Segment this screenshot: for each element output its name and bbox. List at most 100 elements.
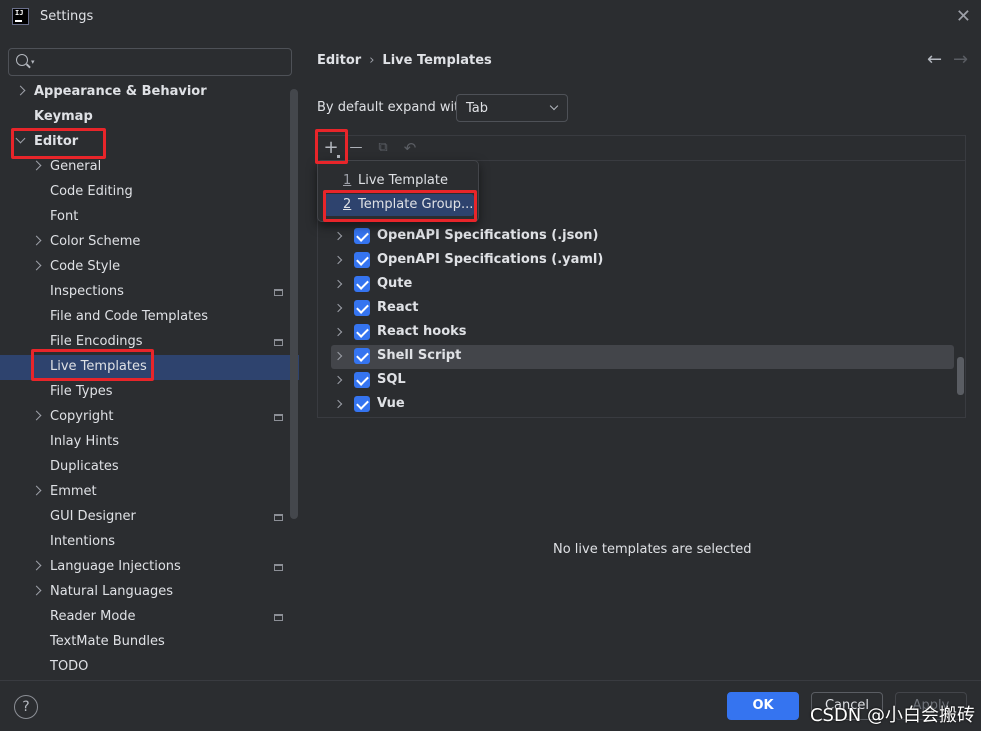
sidebar-item-keymap[interactable]: Keymap: [0, 105, 299, 130]
template-group-name: Vue: [377, 396, 405, 411]
settings-search-input[interactable]: ▾: [8, 48, 292, 76]
sidebar-item-file-types[interactable]: File Types: [0, 380, 299, 405]
chevron-right-icon[interactable]: [31, 560, 42, 571]
template-group-row[interactable]: Qute: [331, 273, 954, 297]
sidebar-item-font[interactable]: Font: [0, 205, 299, 230]
forward-arrow-icon[interactable]: →: [953, 49, 968, 70]
sidebar-item-natural-languages[interactable]: Natural Languages: [0, 580, 299, 605]
chevron-right-icon[interactable]: [333, 303, 343, 313]
chevron-right-icon[interactable]: [333, 255, 343, 265]
sidebar-item-label: Emmet: [50, 484, 97, 499]
sidebar-item-label: Natural Languages: [50, 584, 174, 599]
chevron-right-icon[interactable]: [31, 585, 42, 596]
sidebar-item-label: Language Injections: [50, 559, 181, 574]
template-group-name: OpenAPI Specifications (.json): [377, 228, 599, 243]
back-arrow-icon[interactable]: ←: [927, 49, 942, 70]
sidebar-item-duplicates[interactable]: Duplicates: [0, 455, 299, 480]
sidebar-item-label: TextMate Bundles: [50, 634, 165, 649]
group-enabled-checkbox[interactable]: [354, 300, 370, 316]
sidebar-item-todo[interactable]: TODO: [0, 655, 299, 680]
template-group-row[interactable]: React hooks: [331, 321, 954, 345]
expand-with-label: By default expand with: [317, 100, 468, 115]
popup-item-number: 1: [343, 173, 352, 188]
sidebar-item-copyright[interactable]: Copyright: [0, 405, 299, 430]
sidebar-item-color-scheme[interactable]: Color Scheme: [0, 230, 299, 255]
sidebar-item-label: Color Scheme: [50, 234, 141, 249]
group-enabled-checkbox[interactable]: [354, 228, 370, 244]
expand-with-select[interactable]: Tab: [456, 94, 568, 122]
title-bar: IJ Settings ✕: [0, 0, 981, 36]
sidebar-item-label: TODO: [50, 659, 89, 674]
chevron-right-icon[interactable]: [31, 260, 42, 271]
sidebar-item-gui-designer[interactable]: GUI Designer: [0, 505, 299, 530]
template-group-name: SQL: [377, 372, 406, 387]
sidebar-item-language-injections[interactable]: Language Injections: [0, 555, 299, 580]
sidebar-item-inlay-hints[interactable]: Inlay Hints: [0, 430, 299, 455]
project-scope-icon: [274, 614, 283, 621]
help-button[interactable]: ?: [14, 695, 38, 719]
remove-button[interactable]: —: [346, 139, 366, 159]
chevron-right-icon[interactable]: [333, 351, 343, 361]
sidebar-item-intentions[interactable]: Intentions: [0, 530, 299, 555]
project-scope-icon: [274, 414, 283, 421]
copy-button[interactable]: ⧉: [373, 139, 393, 159]
sidebar-item-code-style[interactable]: Code Style: [0, 255, 299, 280]
template-group-row[interactable]: React: [331, 297, 954, 321]
sidebar-item-label: Appearance & Behavior: [34, 84, 207, 99]
template-group-row[interactable]: OpenAPI Specifications (.json): [331, 225, 954, 249]
sidebar-scrollbar[interactable]: [290, 89, 298, 519]
dialog-footer: ? OK Cancel Apply CSDN @小白会搬砖: [0, 680, 981, 731]
template-group-row[interactable]: Vue: [331, 393, 954, 417]
template-group-row[interactable]: SQL: [331, 369, 954, 393]
sidebar-item-emmet[interactable]: Emmet: [0, 480, 299, 505]
sidebar-item-label: Inlay Hints: [50, 434, 119, 449]
sidebar-item-inspections[interactable]: Inspections: [0, 280, 299, 305]
group-enabled-checkbox[interactable]: [354, 324, 370, 340]
templates-toolbar: + — ⧉ ↶: [318, 136, 965, 161]
sidebar-item-label: Duplicates: [50, 459, 119, 474]
search-options-icon[interactable]: ▾: [31, 58, 35, 66]
group-enabled-checkbox[interactable]: [354, 348, 370, 364]
app-logo-icon: IJ: [12, 8, 29, 25]
watermark: CSDN @小白会搬砖: [809, 705, 975, 726]
restore-button[interactable]: ↶: [400, 139, 420, 159]
project-scope-icon: [274, 339, 283, 346]
chevron-right-icon[interactable]: [15, 85, 26, 96]
group-enabled-checkbox[interactable]: [354, 252, 370, 268]
close-icon[interactable]: ✕: [956, 6, 971, 27]
popup-item-label: Live Template: [358, 173, 448, 188]
sidebar-item-file-and-code-templates[interactable]: File and Code Templates: [0, 305, 299, 330]
project-scope-icon: [274, 514, 283, 521]
chevron-right-icon[interactable]: [31, 160, 42, 171]
popup-item-live-template[interactable]: 1 Live Template: [324, 170, 474, 192]
annotation-template-group: [323, 190, 477, 222]
group-enabled-checkbox[interactable]: [354, 276, 370, 292]
templates-scrollbar[interactable]: [957, 357, 964, 395]
expand-with-value: Tab: [466, 101, 489, 116]
chevron-right-icon[interactable]: [333, 375, 343, 385]
sidebar-item-label: Reader Mode: [50, 609, 136, 624]
annotation-live-templates: [31, 349, 154, 381]
sidebar-item-code-editing[interactable]: Code Editing: [0, 180, 299, 205]
template-group-name: Shell Script: [377, 348, 462, 363]
chevron-right-icon[interactable]: [31, 485, 42, 496]
ok-button[interactable]: OK: [727, 692, 799, 720]
sidebar-item-label: GUI Designer: [50, 509, 136, 524]
sidebar-item-textmate-bundles[interactable]: TextMate Bundles: [0, 630, 299, 655]
sidebar-item-label: File Encodings: [50, 334, 143, 349]
group-enabled-checkbox[interactable]: [354, 396, 370, 412]
chevron-right-icon[interactable]: [31, 235, 42, 246]
chevron-right-icon[interactable]: [333, 231, 343, 241]
chevron-right-icon[interactable]: [333, 327, 343, 337]
sidebar-item-appearance-behavior[interactable]: Appearance & Behavior: [0, 80, 299, 105]
group-enabled-checkbox[interactable]: [354, 372, 370, 388]
chevron-right-icon[interactable]: [31, 410, 42, 421]
search-icon: [16, 54, 28, 66]
sidebar-item-reader-mode[interactable]: Reader Mode: [0, 605, 299, 630]
template-group-row[interactable]: Shell Script: [331, 345, 954, 369]
chevron-right-icon[interactable]: [333, 399, 343, 409]
chevron-down-icon: [549, 101, 559, 111]
breadcrumb-parent[interactable]: Editor: [317, 53, 361, 68]
chevron-right-icon[interactable]: [333, 279, 343, 289]
template-group-row[interactable]: OpenAPI Specifications (.yaml): [331, 249, 954, 273]
